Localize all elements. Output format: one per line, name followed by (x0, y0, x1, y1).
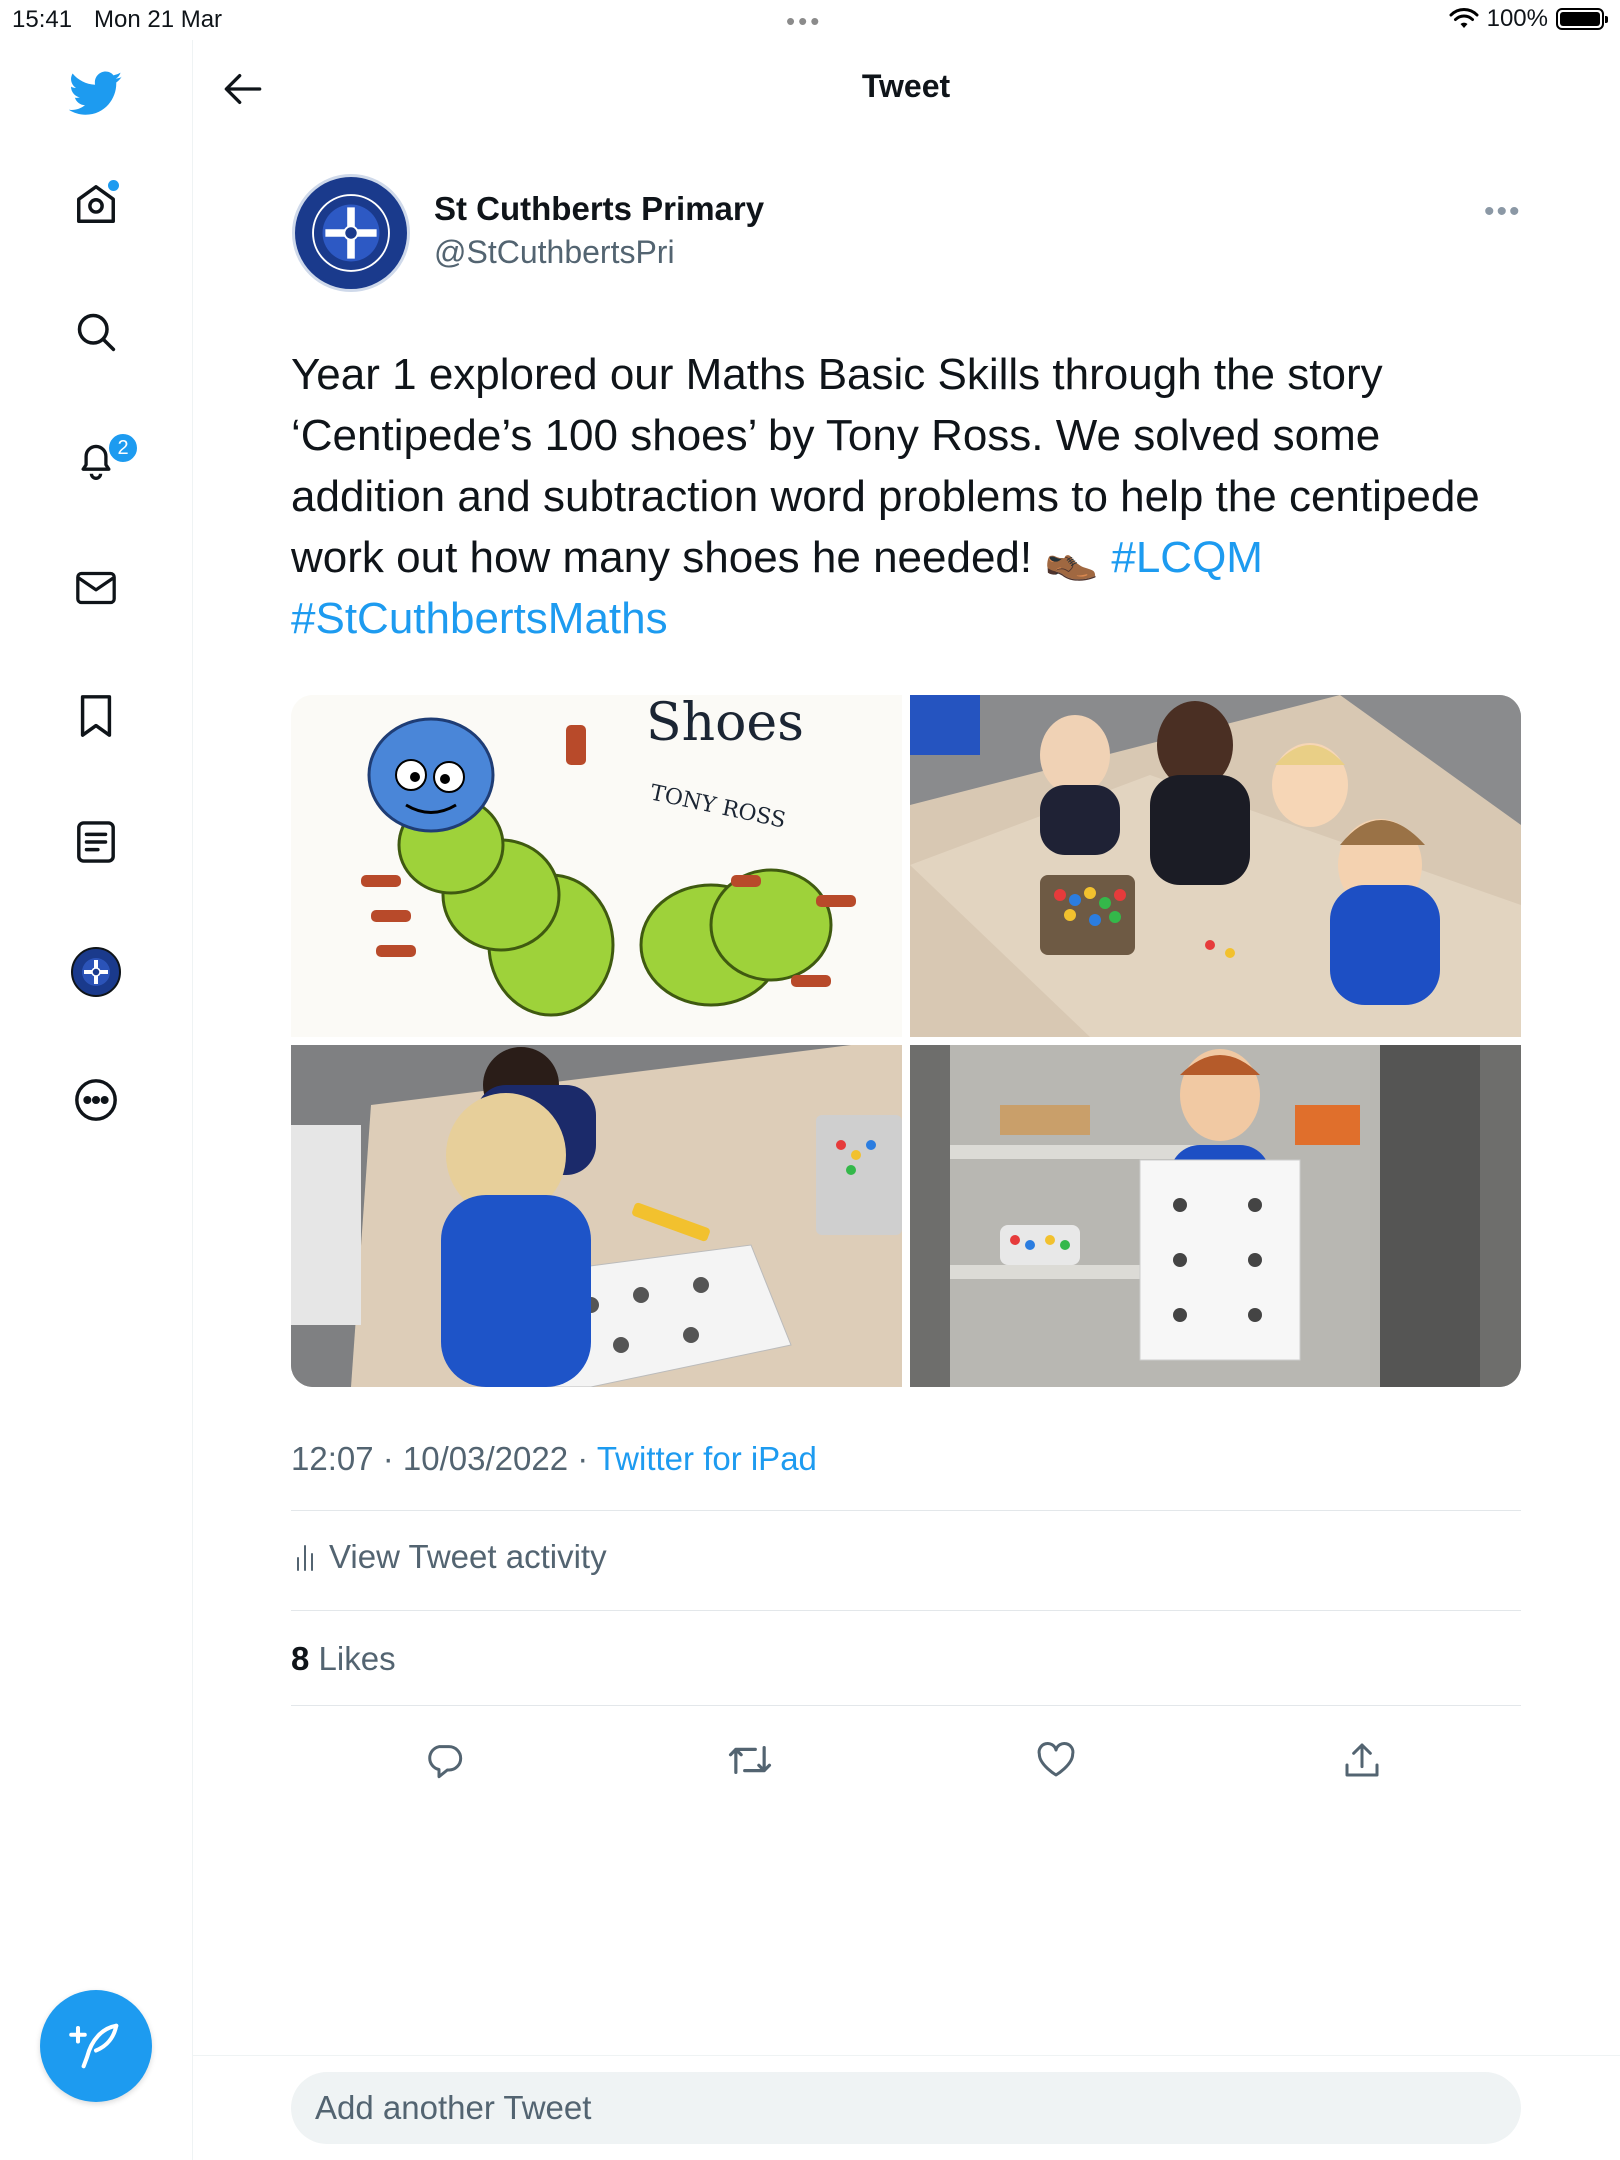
author-handle[interactable]: @StCuthbertsPri (434, 234, 675, 271)
notification-badge: 2 (107, 432, 139, 464)
media-photo-boy-holding-sheet[interactable] (910, 1045, 1521, 1387)
reply-icon (428, 1745, 463, 1779)
author-avatar[interactable] (292, 174, 410, 292)
retweet-button[interactable] (720, 1730, 780, 1790)
divider (291, 1705, 1521, 1706)
sidebar-nav: 2 (0, 40, 193, 2160)
tweet-text: Year 1 explored our Maths Basic Skills t… (291, 344, 1531, 649)
likes-count-link[interactable]: 8 Likes (291, 1640, 396, 1678)
view-tweet-activity-button[interactable]: View Tweet activity (295, 1538, 607, 1576)
heart-icon (1037, 1742, 1075, 1777)
media-photo-book-cover[interactable]: Shoes TONY ROSS (291, 695, 902, 1037)
search-icon[interactable] (66, 302, 126, 362)
bell-icon[interactable]: 2 (66, 430, 139, 490)
multitasking-dots-icon[interactable]: ••• (786, 6, 822, 37)
compose-tweet-icon (69, 2023, 119, 2069)
divider (291, 1510, 1521, 1511)
home-icon[interactable] (66, 174, 126, 234)
media-photo-girl-writing[interactable] (291, 1045, 902, 1387)
twitter-logo-icon[interactable] (66, 64, 126, 124)
more-circle-icon[interactable] (66, 1070, 126, 1130)
mail-icon[interactable] (66, 558, 126, 618)
battery-icon (1556, 8, 1608, 30)
compose-tweet-button[interactable] (40, 1990, 152, 2102)
author-name[interactable]: St Cuthberts Primary (434, 190, 764, 228)
status-date: Mon 21 Mar (94, 6, 223, 33)
tweet-body: Year 1 explored our Maths Basic Skills t… (291, 350, 1480, 582)
battery-percentage: 100% (1486, 5, 1548, 32)
page-title: Tweet (861, 68, 951, 104)
wifi-icon (1449, 8, 1479, 28)
media-photo-children-counting[interactable] (910, 695, 1521, 1037)
back-button[interactable] (218, 64, 268, 114)
list-icon[interactable] (66, 812, 126, 872)
book-cover-title: Shoes (646, 695, 804, 753)
profile-avatar-icon[interactable] (66, 942, 126, 1002)
status-time: 15:41 (12, 6, 73, 33)
tweet-media-grid: Shoes TONY ROSS (291, 695, 1521, 1387)
tweet-source-link[interactable]: Twitter for iPad (597, 1440, 817, 1477)
reply-button[interactable] (414, 1730, 474, 1790)
share-icon (1345, 1743, 1379, 1777)
analytics-bar-icon (297, 1545, 313, 1571)
divider (291, 1610, 1521, 1611)
status-bar: 15:41 Mon 21 Mar ••• 100% (0, 0, 1620, 40)
home-new-dot (108, 180, 119, 191)
activity-label: View Tweet activity (329, 1538, 607, 1575)
hashtag-link[interactable]: #LCQM (1111, 533, 1263, 582)
likes-count: 8 (291, 1640, 310, 1677)
arrow-left-icon (224, 73, 262, 104)
bookmark-icon[interactable] (66, 686, 126, 746)
hashtag-link[interactable]: #StCuthbertsMaths (291, 594, 668, 643)
tweet-date: 10/03/2022 (402, 1440, 569, 1477)
more-options-icon[interactable]: ••• (1484, 195, 1522, 229)
retweet-icon (728, 1746, 772, 1774)
add-another-tweet-input[interactable]: Add another Tweet (291, 2072, 1521, 2144)
likes-label: Likes (318, 1640, 396, 1677)
school-crest-icon (297, 179, 405, 287)
tweet-time: 12:07 (291, 1440, 374, 1477)
reply-divider (193, 2055, 1620, 2056)
like-button[interactable] (1026, 1730, 1086, 1790)
share-button[interactable] (1332, 1730, 1392, 1790)
tweet-timestamp: 12:07 · 10/03/2022 · Twitter for iPad (291, 1440, 817, 1477)
